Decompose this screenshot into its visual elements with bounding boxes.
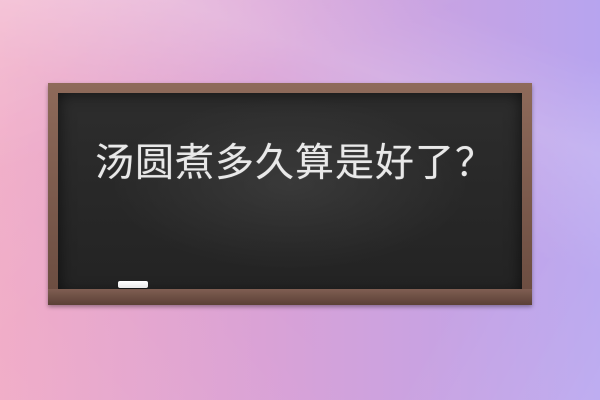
chalk-piece [118, 281, 148, 288]
chalkboard-tray [48, 289, 532, 305]
chalkboard-frame [48, 83, 532, 305]
chalkboard-surface [58, 93, 522, 295]
chalkboard-question-text: 汤圆煮多久算是好了？ [95, 141, 496, 186]
